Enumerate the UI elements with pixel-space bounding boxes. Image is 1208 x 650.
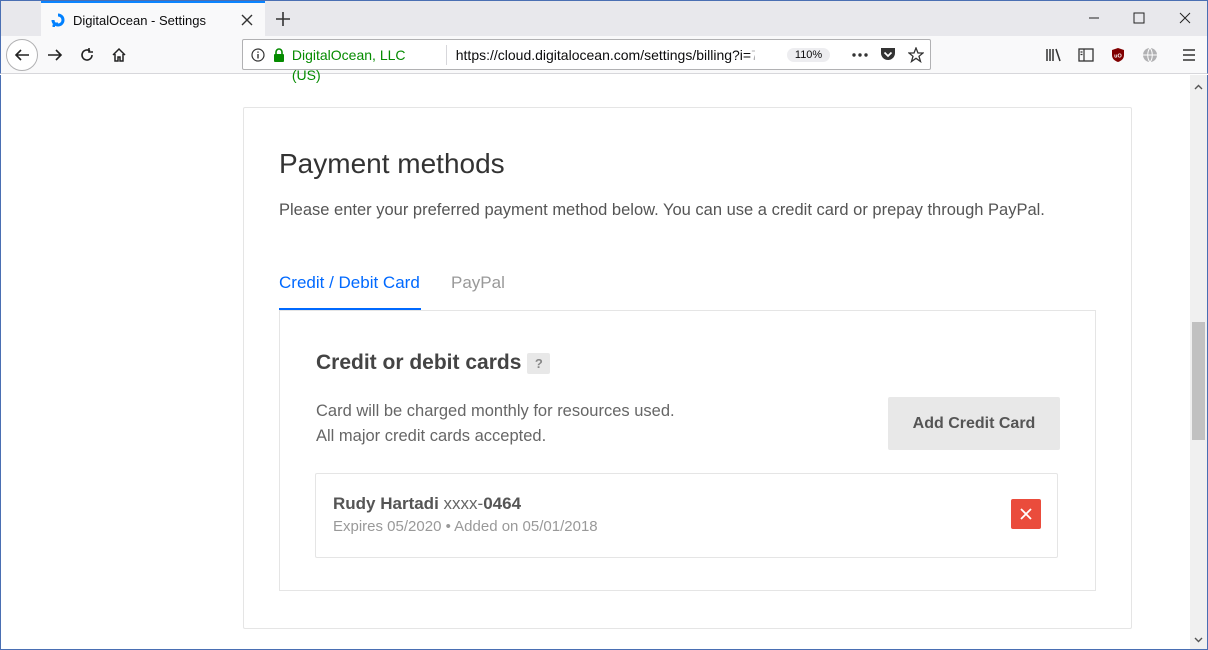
url-bar[interactable]: DigitalOcean, LLC (US) https://cloud.dig…: [242, 39, 931, 83]
cards-desc-line1: Card will be charged monthly for resourc…: [316, 402, 675, 420]
extension-globe-icon[interactable]: [1134, 39, 1166, 71]
menu-hamburger-icon[interactable]: [1173, 39, 1205, 71]
card-last4: 0464: [483, 494, 522, 513]
info-icon[interactable]: [251, 47, 271, 62]
vertical-scrollbar[interactable]: [1190, 75, 1207, 649]
help-icon[interactable]: ?: [527, 352, 551, 374]
back-button[interactable]: [6, 39, 38, 71]
forward-arrow-icon: [48, 49, 63, 61]
url-text[interactable]: https://cloud.digitalocean.com/settings/…: [456, 47, 755, 63]
back-arrow-icon: [14, 49, 29, 61]
more-actions-icon[interactable]: [846, 41, 874, 69]
url-main: https://cloud.digitalocean.com/settings/…: [455, 46, 752, 63]
page-description: Please enter your preferred payment meth…: [279, 201, 1045, 219]
close-tab-icon[interactable]: [233, 6, 261, 34]
close-window-icon[interactable]: [1162, 1, 1208, 35]
reload-icon: [81, 48, 93, 61]
card-meta: Expires 05/2020 • Added on 05/01/2018: [333, 518, 598, 535]
zoom-badge[interactable]: 110%: [786, 47, 831, 62]
cards-desc-line2: All major credit cards accepted.: [316, 427, 547, 445]
sidebar-icon[interactable]: [1070, 39, 1102, 71]
card-holder: Rudy Hartadi: [333, 494, 439, 513]
minimize-icon[interactable]: [1071, 1, 1117, 35]
scroll-up-icon[interactable]: [1194, 77, 1203, 95]
digitalocean-logo-icon: [50, 12, 66, 28]
payment-tabs: Credit / Debit Card PayPal: [279, 266, 1095, 310]
card-mask: xxxx-: [443, 494, 484, 513]
card-list-item: Rudy Hartadi xxxx-0464 Expires 05/2020 •…: [315, 473, 1058, 558]
browser-titlebar: DigitalOcean - Settings: [0, 0, 1208, 37]
cards-heading: Credit or debit cards ?: [316, 351, 551, 375]
library-icon[interactable]: [1038, 39, 1070, 71]
home-button[interactable]: [103, 39, 135, 71]
new-tab-button[interactable]: [269, 5, 297, 33]
tab-credit-debit-card[interactable]: Credit / Debit Card: [279, 266, 421, 310]
ublock-shield-icon[interactable]: uO: [1102, 39, 1134, 71]
browser-navbar: DigitalOcean, LLC (US) https://cloud.dig…: [0, 36, 1208, 83]
page-title: Payment methods: [279, 148, 505, 179]
url-fade: 7: [751, 47, 755, 63]
site-identity[interactable]: DigitalOcean, LLC (US): [292, 44, 447, 83]
home-icon: [112, 47, 126, 62]
scroll-down-icon[interactable]: [1194, 630, 1203, 648]
lock-icon: [273, 47, 287, 62]
page-viewport: Payment methods Please enter your prefer…: [0, 75, 1208, 650]
scroll-thumb[interactable]: [1192, 322, 1205, 440]
card-name: Rudy Hartadi xxxx-0464: [333, 494, 521, 514]
delete-card-button[interactable]: [1011, 499, 1041, 529]
close-icon: [1020, 508, 1032, 520]
cards-title-text: Credit or debit cards: [316, 351, 522, 374]
bookmark-star-icon[interactable]: [902, 41, 930, 69]
browser-tab[interactable]: DigitalOcean - Settings: [41, 1, 265, 37]
payment-methods-panel: Payment methods Please enter your prefer…: [243, 107, 1132, 629]
tab-title: DigitalOcean - Settings: [73, 12, 206, 28]
credit-cards-section: Credit or debit cards ? Card will be cha…: [279, 310, 1096, 591]
cards-description: Card will be charged monthly for resourc…: [316, 399, 675, 449]
add-credit-card-button[interactable]: Add Credit Card: [888, 397, 1060, 450]
tab-paypal[interactable]: PayPal: [451, 266, 505, 310]
svg-text:uO: uO: [1114, 54, 1122, 60]
maximize-icon[interactable]: [1116, 1, 1162, 35]
pocket-icon[interactable]: [874, 41, 902, 69]
forward-button[interactable]: [39, 39, 71, 71]
reload-button[interactable]: [71, 39, 103, 71]
